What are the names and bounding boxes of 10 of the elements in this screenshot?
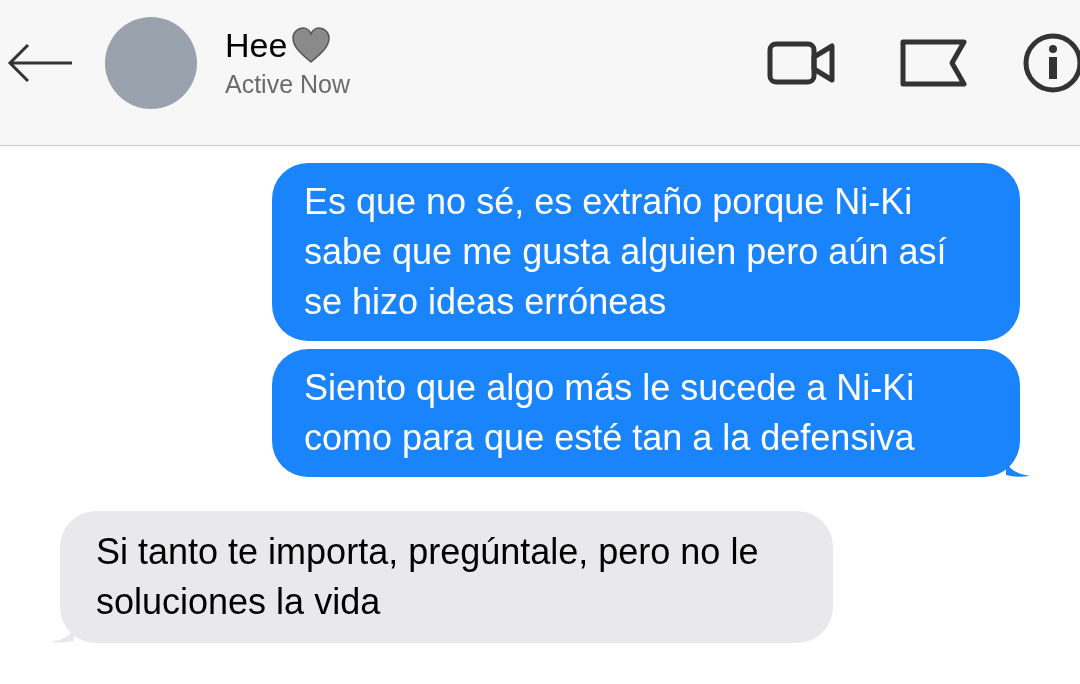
message-text: Siento que algo más le sucede a Ni-Ki como para que esté tan a la defensiva [304, 367, 915, 458]
contact-name: Hee [225, 24, 288, 65]
message-text: Es que no sé, es extraño porque Ni-Ki sabe que me gusta alguien pero aún así se hizo ideas erróneas [304, 181, 947, 322]
back-arrow-icon[interactable] [6, 42, 74, 83]
flag-icon[interactable] [900, 38, 968, 87]
contact-status: Active Now [225, 68, 351, 100]
video-camera-icon[interactable] [767, 39, 835, 86]
info-icon[interactable] [1022, 31, 1080, 94]
heart-icon [291, 25, 332, 64]
message-text: Si tanto te importa, pregúntale, pero no le soluciones la vida [96, 531, 759, 622]
